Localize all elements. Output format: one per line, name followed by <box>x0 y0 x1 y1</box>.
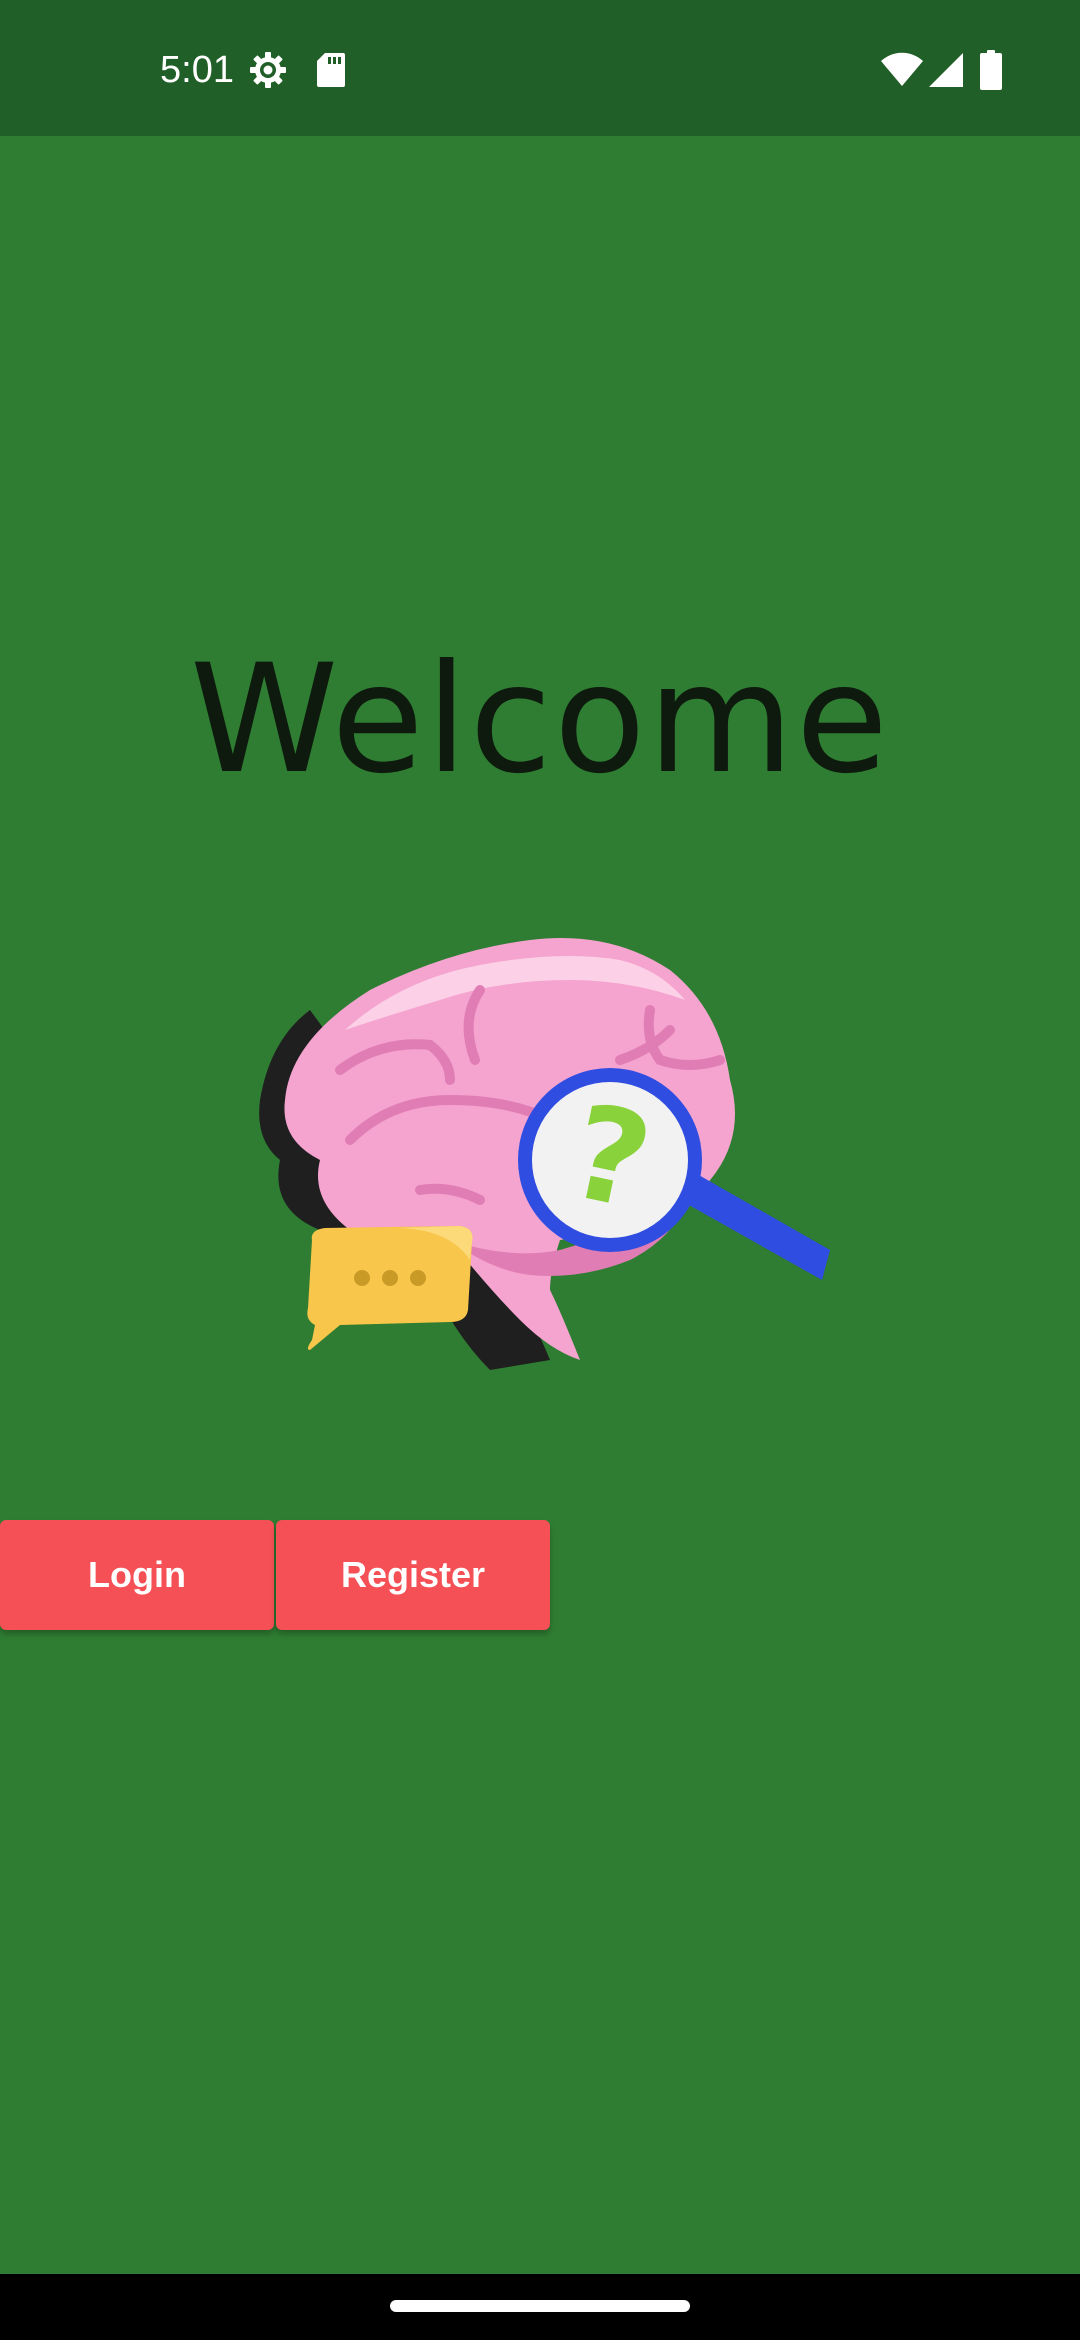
cellular-signal-icon <box>929 53 963 87</box>
settings-gear-icon <box>250 52 286 88</box>
login-button[interactable]: Login <box>0 1520 274 1630</box>
sd-card-icon <box>317 53 345 87</box>
welcome-title: Welcome <box>189 633 891 807</box>
register-button[interactable]: Register <box>276 1520 550 1630</box>
status-bar: 5:01 <box>0 0 1080 136</box>
home-gesture-handle[interactable] <box>390 2300 690 2312</box>
battery-icon <box>980 50 1002 90</box>
wifi-icon <box>881 52 923 86</box>
brain-magnifier-illustration: ? <box>259 938 830 1370</box>
navigation-bar <box>0 2274 1080 2340</box>
status-time: 5:01 <box>160 49 234 91</box>
